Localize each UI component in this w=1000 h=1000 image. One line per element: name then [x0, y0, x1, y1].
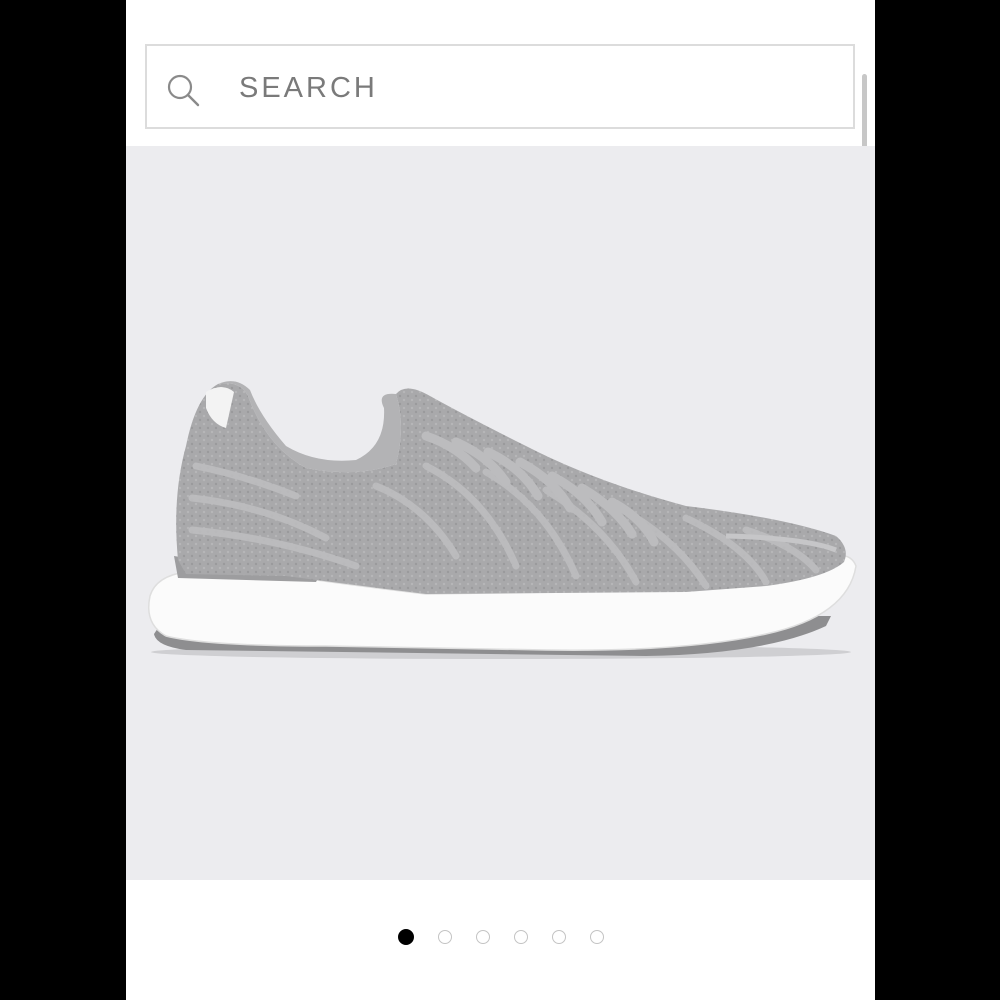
carousel-dot[interactable] [589, 930, 604, 944]
sneaker-image [148, 381, 857, 659]
carousel-dot[interactable] [551, 930, 566, 944]
carousel-dot[interactable] [437, 930, 452, 944]
search-icon[interactable] [165, 72, 201, 108]
search-input[interactable] [239, 66, 799, 110]
mobile-screen [126, 0, 875, 1000]
carousel-dots [126, 927, 875, 947]
carousel-dot-active[interactable] [397, 929, 414, 945]
carousel-dot[interactable] [475, 930, 490, 944]
carousel-dot[interactable] [513, 930, 528, 944]
product-image[interactable] [126, 146, 875, 880]
search-bar[interactable] [145, 44, 855, 129]
